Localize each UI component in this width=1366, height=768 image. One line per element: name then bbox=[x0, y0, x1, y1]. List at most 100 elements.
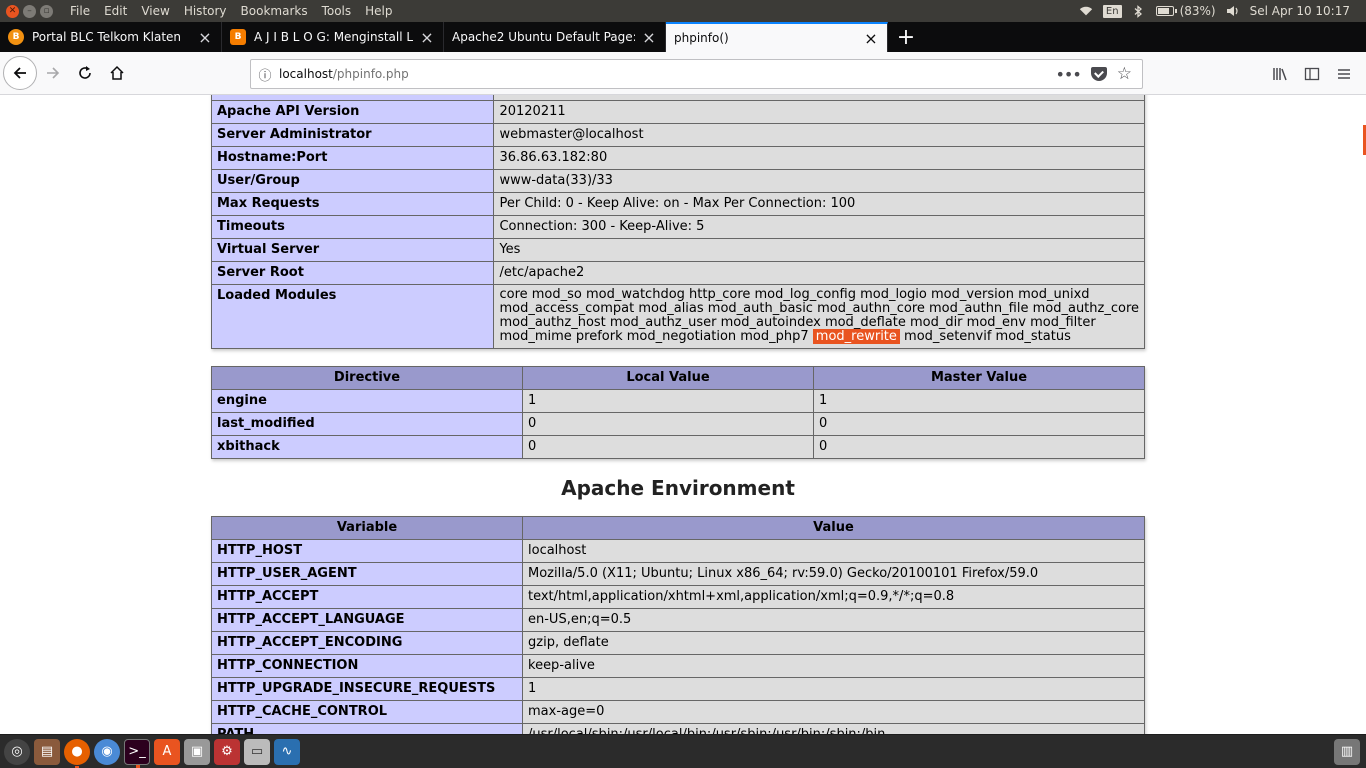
info-key: Loaded Modules bbox=[210, 284, 495, 349]
master-value: 0 bbox=[813, 412, 1145, 436]
wifi-icon[interactable] bbox=[1079, 5, 1093, 17]
software-center-icon[interactable]: A bbox=[154, 738, 180, 765]
home-button[interactable] bbox=[101, 57, 133, 89]
keyboard-layout-indicator[interactable]: En bbox=[1102, 4, 1122, 18]
navigation-toolbar: ⓘ localhost/phpinfo.php ••• ☆ bbox=[0, 52, 1366, 95]
menu-edit[interactable]: Edit bbox=[104, 4, 127, 18]
window-maximize-button[interactable]: ▫ bbox=[40, 4, 53, 18]
ubuntu-logo-icon[interactable]: ◎ bbox=[4, 738, 30, 765]
table-row: Apache API Version 20120211 bbox=[210, 100, 1145, 124]
bookmark-star-icon[interactable]: ☆ bbox=[1117, 64, 1132, 84]
menu-bookmarks[interactable]: Bookmarks bbox=[241, 4, 308, 18]
menu-help[interactable]: Help bbox=[365, 4, 392, 18]
menu-view[interactable]: View bbox=[141, 4, 169, 18]
new-tab-button[interactable]: + bbox=[888, 22, 924, 52]
battery-indicator[interactable]: (83%) bbox=[1155, 4, 1216, 18]
page-content[interactable]: Apache API Version 20120211 Server Adminis… bbox=[0, 95, 1366, 734]
env-variable: PATH bbox=[211, 723, 523, 734]
tab-close-icon[interactable]: × bbox=[419, 28, 435, 47]
tab-ajiblog[interactable]: B A J I B L O G: Menginstall LAMP ( × bbox=[222, 22, 444, 52]
menu-history[interactable]: History bbox=[184, 4, 227, 18]
system-monitor-icon[interactable]: ∿ bbox=[274, 738, 300, 765]
tab-phpinfo[interactable]: phpinfo() × bbox=[666, 22, 888, 52]
env-value: gzip, deflate bbox=[522, 631, 1145, 655]
module-line: core mod_so mod_watchdog http_core mod_l… bbox=[499, 287, 1090, 302]
info-value: Connection: 300 - Keep-Alive: 5 bbox=[493, 215, 1145, 239]
forward-button[interactable] bbox=[37, 57, 69, 89]
master-value: 1 bbox=[813, 389, 1145, 413]
env-variable: HTTP_ACCEPT bbox=[211, 585, 523, 609]
tab-close-icon[interactable]: × bbox=[197, 28, 213, 47]
arrow-right-icon bbox=[47, 67, 60, 79]
table-row: HTTP_ACCEPT text/html,application/xhtml+x… bbox=[211, 585, 1145, 609]
menu-tools[interactable]: Tools bbox=[322, 4, 352, 18]
env-value: en-US,en;q=0.5 bbox=[522, 608, 1145, 632]
local-value: 0 bbox=[522, 412, 814, 436]
table-header-row: Variable Value bbox=[211, 516, 1145, 540]
table-row: HTTP_CONNECTION keep-alive bbox=[211, 654, 1145, 678]
tab-close-icon[interactable]: × bbox=[641, 28, 657, 47]
hamburger-menu-button[interactable] bbox=[1328, 58, 1360, 90]
info-value: webmaster@localhost bbox=[493, 123, 1145, 147]
table-row: Timeouts Connection: 300 - Keep-Alive: 5 bbox=[210, 215, 1145, 239]
home-icon bbox=[110, 65, 124, 80]
screenshot-icon[interactable]: ▣ bbox=[184, 738, 210, 765]
info-icon[interactable]: ⓘ bbox=[251, 65, 279, 84]
apache-info-table: Apache API Version 20120211 Server Adminis… bbox=[210, 95, 1145, 349]
chromium-icon[interactable]: ◉ bbox=[94, 738, 120, 765]
settings-icon[interactable]: ⚙ bbox=[214, 738, 240, 765]
window-close-button[interactable]: ✕ bbox=[6, 4, 19, 18]
table-row: xbithack 0 0 bbox=[211, 435, 1145, 459]
pocket-icon[interactable] bbox=[1090, 67, 1107, 81]
page-actions-icon[interactable]: ••• bbox=[1055, 65, 1081, 84]
env-variable: HTTP_ACCEPT_LANGUAGE bbox=[211, 608, 523, 632]
url-bar[interactable]: ⓘ localhost/phpinfo.php ••• ☆ bbox=[250, 59, 1143, 89]
back-button[interactable] bbox=[3, 56, 37, 90]
local-value: 1 bbox=[522, 389, 814, 413]
reload-button[interactable] bbox=[69, 57, 101, 89]
files-icon[interactable]: ▤ bbox=[34, 738, 60, 765]
tab-portal-blc[interactable]: B Portal BLC Telkom Klaten × bbox=[0, 22, 222, 52]
clock[interactable]: Sel Apr 10 10:17 bbox=[1250, 4, 1350, 18]
info-key: Timeouts bbox=[210, 215, 495, 239]
table-row: Virtual Server Yes bbox=[210, 238, 1145, 262]
blogger-icon: B bbox=[230, 29, 246, 45]
info-key: Virtual Server bbox=[210, 238, 495, 262]
env-variable: HTTP_UPGRADE_INSECURE_REQUESTS bbox=[211, 677, 523, 701]
table-row: HTTP_UPGRADE_INSECURE_REQUESTS 1 bbox=[211, 677, 1145, 701]
system-top-bar: ✕ – ▫ File Edit View History Bookmarks T… bbox=[0, 0, 1366, 22]
firefox-icon[interactable]: ● bbox=[64, 738, 90, 768]
info-value: 36.86.63.182:80 bbox=[493, 146, 1145, 170]
bluetooth-icon[interactable] bbox=[1132, 4, 1146, 18]
tab-apache-default[interactable]: Apache2 Ubuntu Default Page: It wor × bbox=[444, 22, 666, 52]
highlighted-module: mod_rewrite bbox=[812, 329, 900, 344]
url-host: localhost bbox=[279, 67, 333, 81]
tab-title: A J I B L O G: Menginstall LAMP ( bbox=[254, 30, 413, 44]
info-key: Apache API Version bbox=[210, 100, 495, 124]
disk-icon[interactable]: ▭ bbox=[244, 738, 270, 765]
tab-strip: B Portal BLC Telkom Klaten × B A J I B L… bbox=[0, 22, 1366, 52]
column-header: Value bbox=[522, 516, 1145, 540]
library-button[interactable] bbox=[1264, 58, 1296, 90]
table-row: HTTP_CACHE_CONTROL max-age=0 bbox=[211, 700, 1145, 724]
info-key: User/Group bbox=[210, 169, 495, 193]
tab-title: Portal BLC Telkom Klaten bbox=[32, 30, 182, 44]
tab-close-icon[interactable]: × bbox=[863, 29, 879, 48]
library-icon bbox=[1273, 68, 1287, 81]
table-row: last_modified 0 0 bbox=[211, 412, 1145, 436]
window-controls: ✕ – ▫ bbox=[6, 4, 57, 18]
volume-icon[interactable] bbox=[1226, 5, 1240, 17]
info-value: Yes bbox=[493, 238, 1145, 262]
env-variable: HTTP_ACCEPT_ENCODING bbox=[211, 631, 523, 655]
env-value: /usr/local/sbin:/usr/local/bin:/usr/sbin… bbox=[522, 723, 1145, 734]
reload-icon bbox=[79, 66, 91, 79]
terminal-icon[interactable]: >_ bbox=[124, 738, 150, 768]
window-minimize-button[interactable]: – bbox=[23, 4, 36, 18]
module-line: mod_authz_host mod_authz_user mod_autoin… bbox=[499, 315, 1096, 330]
menu-file[interactable]: File bbox=[70, 4, 90, 18]
sidebar-button[interactable] bbox=[1296, 58, 1328, 90]
table-header-row: Directive Local Value Master Value bbox=[211, 366, 1145, 390]
trash-icon[interactable]: ▥ bbox=[1334, 738, 1360, 765]
table-row: HTTP_ACCEPT_LANGUAGE en-US,en;q=0.5 bbox=[211, 608, 1145, 632]
module-text: mod_mime prefork mod_negotiation mod_php… bbox=[499, 329, 813, 344]
